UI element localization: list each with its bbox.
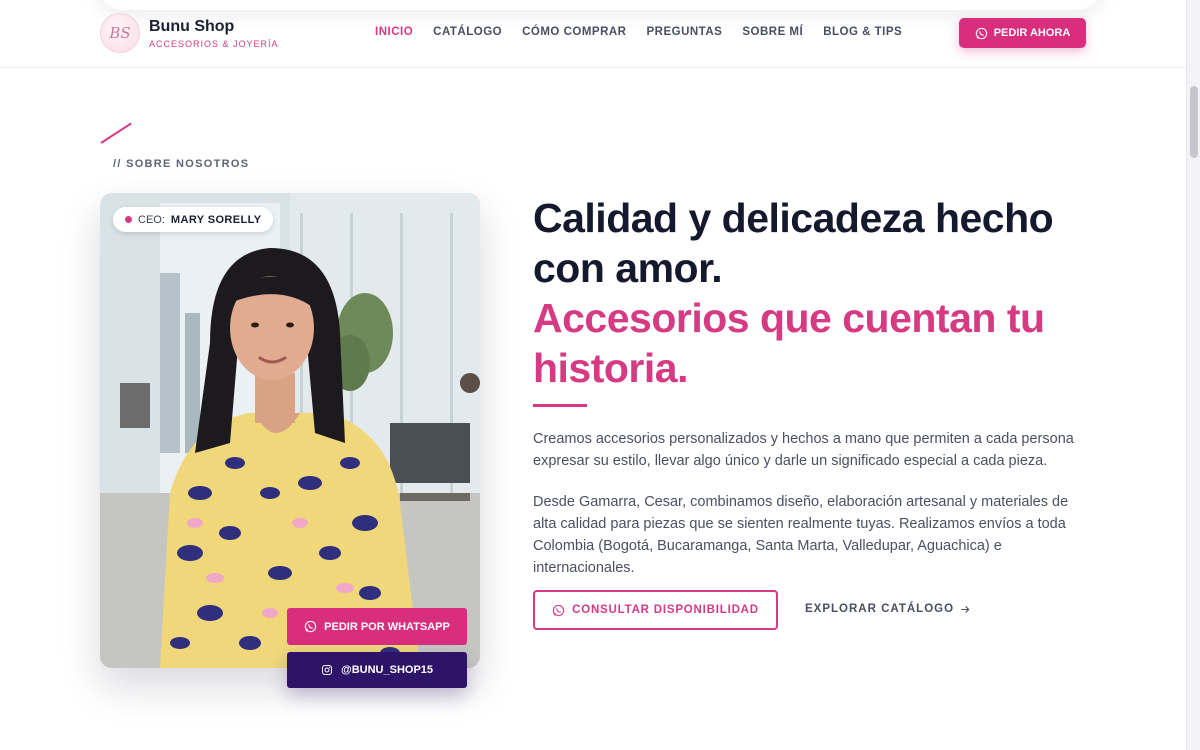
about-paragraph-2: Desde Gamarra, Cesar, combinamos diseño,… <box>533 494 1069 576</box>
pedir-ahora-label: PEDIR AHORA <box>993 27 1071 39</box>
consultar-label: CONSULTAR DISPONIBILIDAD <box>572 604 759 616</box>
brand-logo[interactable]: BS Bunu Shop ACCESORIOS & JOYERÍA <box>100 13 279 53</box>
section-accent-line <box>100 122 132 144</box>
whatsapp-icon <box>975 27 987 39</box>
page-scrollbar[interactable] <box>1186 0 1200 750</box>
nav-item-inicio[interactable]: INICIO <box>375 26 413 38</box>
site-header: BS Bunu Shop ACCESORIOS & JOYERÍA INICIO… <box>0 0 1186 68</box>
explorar-catalogo-link[interactable]: EXPLORAR CATÁLOGO <box>805 603 971 615</box>
headline-line1: Calidad y delicadeza hecho con amor. <box>533 195 1054 291</box>
headline-line2: Accesorios que cuentan tu historia. <box>533 295 1045 391</box>
ceo-prefix: CEO: <box>138 213 165 226</box>
about-headline: Calidad y delicadeza hecho con amor. Acc… <box>533 193 1093 393</box>
scrollbar-thumb[interactable] <box>1190 86 1198 158</box>
header-shadow <box>95 0 1105 10</box>
whatsapp-icon <box>552 604 565 616</box>
consultar-disponibilidad-button[interactable]: CONSULTAR DISPONIBILIDAD <box>533 590 778 630</box>
pedir-ahora-button[interactable]: PEDIR AHORA <box>959 18 1086 48</box>
ceo-name: MARY SORELLY <box>170 213 262 226</box>
nav-item-blog-tips[interactable]: BLOG & TIPS <box>823 26 902 38</box>
pedir-whatsapp-label: PEDIR POR WHATSAPP <box>324 620 450 633</box>
main-nav: INICIO CATÁLOGO CÓMO COMPRAR PREGUNTAS S… <box>375 26 902 38</box>
instagram-icon <box>321 665 332 675</box>
nav-item-como-comprar[interactable]: CÓMO COMPRAR <box>522 26 626 38</box>
ceo-dot <box>125 216 132 223</box>
nav-item-preguntas[interactable]: PREGUNTAS <box>646 26 722 38</box>
whatsapp-icon <box>304 620 317 633</box>
logo-text: Bunu Shop ACCESORIOS & JOYERÍA <box>149 18 279 49</box>
arrow-right-icon <box>961 605 970 613</box>
brand-name: Bunu Shop <box>149 17 235 35</box>
ceo-photo <box>100 193 480 668</box>
ceo-badge: CEO: MARY SORELLY <box>113 207 274 232</box>
about-paragraph-1: Creamos accesorios personalizados y hech… <box>533 431 1074 469</box>
nav-item-sobre-mi[interactable]: SOBRE MÍ <box>742 26 803 38</box>
ceo-portrait-illustration <box>100 193 480 668</box>
explorar-label: EXPLORAR CATÁLOGO <box>805 603 955 615</box>
nav-item-catalogo[interactable]: CATÁLOGO <box>433 26 502 38</box>
headline-underline <box>533 404 587 407</box>
pedir-whatsapp-button[interactable]: PEDIR POR WHATSAPP <box>287 608 467 645</box>
instagram-handle: @BUNU_SHOP15 <box>340 664 434 676</box>
section-label: // SOBRE NOSOTROS <box>113 158 250 170</box>
brand-tagline: ACCESORIOS & JOYERÍA <box>149 38 279 49</box>
logo-mark: BS <box>100 13 140 53</box>
instagram-button[interactable]: @BUNU_SHOP15 <box>287 652 467 688</box>
